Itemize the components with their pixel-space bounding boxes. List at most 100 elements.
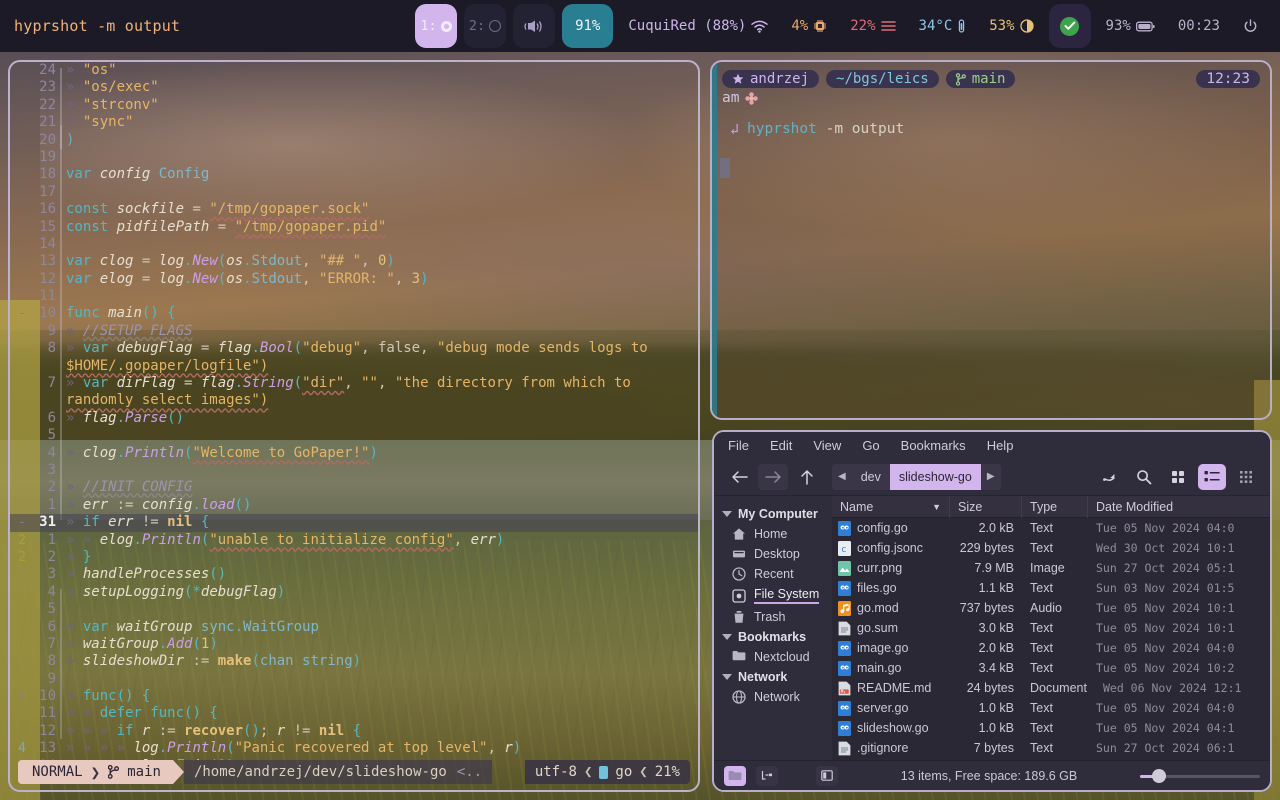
clock[interactable]: 00:23 xyxy=(1170,18,1228,34)
table-row[interactable]: main.go 3.4 kB Text Tue 05 Nov 2024 10:2 xyxy=(832,658,1270,678)
crumb-prev-button[interactable]: ◀ xyxy=(832,464,852,490)
editor-line: 5 xyxy=(10,427,698,444)
file-list[interactable]: Name ▼ Size Type Date Modified config.go… xyxy=(832,495,1270,760)
compact-view-button[interactable] xyxy=(1232,464,1260,490)
volume-button[interactable]: 91% xyxy=(562,4,614,48)
file-name-cell[interactable]: main.go xyxy=(832,660,950,676)
sidebar-group-my-computer[interactable]: My Computer xyxy=(714,504,832,524)
column-header-type[interactable]: Type xyxy=(1022,495,1088,518)
sidebar-item-network[interactable]: Network xyxy=(714,687,832,707)
file-name-cell[interactable]: M↓ README.md xyxy=(832,681,950,696)
list-view-button[interactable] xyxy=(1198,463,1226,490)
table-row[interactable]: go.mod 737 bytes Audio Tue 05 Nov 2024 10:1 xyxy=(832,598,1270,618)
editor-body[interactable]: 24» "os" 23» "os/exec" 22» "strconv" 21» "s… xyxy=(10,62,698,790)
menu-item-go[interactable]: Go xyxy=(862,438,879,453)
breadcrumb-item-dev[interactable]: dev xyxy=(852,464,890,490)
table-row[interactable]: .gitignore 7 bytes Text Sun 27 Oct 2024 06:… xyxy=(832,738,1270,758)
menu-item-view[interactable]: View xyxy=(813,438,841,453)
workspace-button-2[interactable]: 2: xyxy=(464,4,507,48)
reload-button[interactable] xyxy=(1096,464,1124,490)
table-row[interactable]: image.go 2.0 kB Text Tue 05 Nov 2024 04:0 xyxy=(832,638,1270,658)
sidebar-item-file-system[interactable]: File System xyxy=(714,584,832,607)
file-name-cell[interactable]: .gitignore xyxy=(832,741,950,756)
power-button[interactable] xyxy=(1235,18,1266,34)
menu-item-bookmarks[interactable]: Bookmarks xyxy=(901,438,966,453)
star-icon xyxy=(732,73,744,84)
zoom-slider[interactable] xyxy=(1139,766,1260,786)
file-name-cell[interactable]: curr.png xyxy=(832,560,950,576)
sidebar-toggle-button[interactable] xyxy=(816,765,838,786)
line-number: 24 xyxy=(39,62,56,78)
menu-item-file[interactable]: File xyxy=(728,438,749,453)
file-manager-menubar[interactable]: File Edit View Go Bookmarks Help xyxy=(714,432,1270,458)
breadcrumb-item-slideshow-go[interactable]: slideshow-go xyxy=(889,463,981,490)
file-name-cell[interactable]: go.sum xyxy=(832,621,950,636)
sidebar-item-recent[interactable]: Recent xyxy=(714,564,832,584)
table-row[interactable]: config.go 2.0 kB Text Tue 05 Nov 2024 04:0 xyxy=(832,518,1270,538)
zoom-slider-handle[interactable] xyxy=(1151,768,1166,783)
file-name-cell[interactable]: files.go xyxy=(832,580,950,596)
editor-mode: NORMAL xyxy=(32,764,83,780)
breadcrumb[interactable]: ◀ dev slideshow-go ▶ xyxy=(832,463,1001,490)
file-manager-window[interactable]: File Edit View Go Bookmarks Help ◀ dev s… xyxy=(712,430,1272,792)
file-name-cell[interactable]: server.go xyxy=(832,700,950,716)
terminal-window[interactable]: andrzej ~/bgs/leics main 12:23 am ↲ hypr… xyxy=(710,60,1272,420)
table-row[interactable]: server.go 1.0 kB Text Tue 05 Nov 2024 04:0 xyxy=(832,698,1270,718)
table-row[interactable]: slideshow.go 1.0 kB Text Tue 05 Nov 2024 04… xyxy=(832,718,1270,738)
editor-line: 19 xyxy=(10,149,698,166)
terminal-accent-bar xyxy=(712,62,717,418)
file-type: Text xyxy=(1030,741,1053,755)
sidebar-item-home[interactable]: Home xyxy=(714,524,832,544)
tree-view-button[interactable] xyxy=(756,765,778,786)
memory-indicator[interactable]: 22% xyxy=(842,18,903,34)
column-header-size[interactable]: Size xyxy=(950,495,1022,518)
column-header-date[interactable]: Date Modified xyxy=(1088,496,1270,518)
go-icon xyxy=(838,520,851,536)
sidebar-group-network[interactable]: Network xyxy=(714,667,832,687)
file-manager[interactable]: File Edit View Go Bookmarks Help ◀ dev s… xyxy=(714,432,1270,790)
workspace-button-1[interactable]: 1: xyxy=(415,4,458,48)
file-size: 1.1 kB xyxy=(978,581,1014,595)
file-name-cell[interactable]: c config.jsonc xyxy=(832,540,950,556)
crumb-next-button[interactable]: ▶ xyxy=(981,464,1001,490)
go-icon xyxy=(838,640,851,656)
up-button[interactable] xyxy=(792,464,822,490)
table-row[interactable]: c config.jsonc 229 bytes Text Wed 30 Oct 202… xyxy=(832,538,1270,558)
file-name-cell[interactable]: go.mod xyxy=(832,600,950,616)
menu-item-help[interactable]: Help xyxy=(987,438,1014,453)
sidebar-group-bookmarks[interactable]: Bookmarks xyxy=(714,627,832,647)
folder-icon[interactable] xyxy=(724,765,746,786)
search-button[interactable] xyxy=(1130,464,1158,490)
file-list-header[interactable]: Name ▼ Size Type Date Modified xyxy=(832,495,1270,518)
file-manager-toolbar[interactable]: ◀ dev slideshow-go ▶ xyxy=(714,458,1270,496)
audio-device-button[interactable] xyxy=(513,4,556,48)
column-header-name[interactable]: Name ▼ xyxy=(832,495,950,518)
back-button[interactable] xyxy=(724,464,754,490)
forward-button[interactable] xyxy=(758,463,788,490)
icon-view-button[interactable] xyxy=(1164,464,1192,490)
menu-item-edit[interactable]: Edit xyxy=(770,438,792,453)
temperature-indicator[interactable]: 34°C xyxy=(911,18,975,34)
line-number: 7 xyxy=(47,635,56,652)
file-name-cell[interactable]: config.go xyxy=(832,520,950,536)
sidebar-item-desktop[interactable]: Desktop xyxy=(714,544,832,564)
table-row[interactable]: files.go 1.1 kB Text Sun 03 Nov 2024 01:5 xyxy=(832,578,1270,598)
cpu-indicator[interactable]: 4% xyxy=(783,18,835,34)
terminal-body[interactable]: andrzej ~/bgs/leics main 12:23 am ↲ hypr… xyxy=(712,62,1270,418)
updates-button[interactable] xyxy=(1048,4,1091,48)
editor-code-area[interactable]: 24» "os" 23» "os/exec" 22» "strconv" 21» "s… xyxy=(10,62,698,760)
sidebar-item-nextcloud[interactable]: Nextcloud xyxy=(714,647,832,667)
table-row[interactable]: go.sum 3.0 kB Text Tue 05 Nov 2024 10:1 xyxy=(832,618,1270,638)
file-manager-sidebar[interactable]: My Computer Home Desktop Recent File System T… xyxy=(714,496,832,760)
file-manager-status-text: 13 items, Free space: 189.6 GB xyxy=(900,768,1078,783)
file-name-cell[interactable]: image.go xyxy=(832,640,950,656)
editor-window[interactable]: 24» "os" 23» "os/exec" 22» "strconv" 21» "s… xyxy=(8,60,700,792)
file-name-cell[interactable]: slideshow.go xyxy=(832,720,950,736)
file-list-rows[interactable]: config.go 2.0 kB Text Tue 05 Nov 2024 04:0 c… xyxy=(832,518,1270,760)
brightness-indicator[interactable]: 53% xyxy=(981,18,1041,34)
table-row[interactable]: M↓ README.md 24 bytes Document Wed 06 Nov 20… xyxy=(832,678,1270,698)
network-indicator[interactable]: CuquiRed (88%) xyxy=(620,18,776,34)
battery-indicator[interactable]: 93% xyxy=(1098,18,1163,34)
table-row[interactable]: curr.png 7.9 MB Image Sun 27 Oct 2024 05:1 xyxy=(832,558,1270,578)
sidebar-item-trash[interactable]: Trash xyxy=(714,607,832,627)
